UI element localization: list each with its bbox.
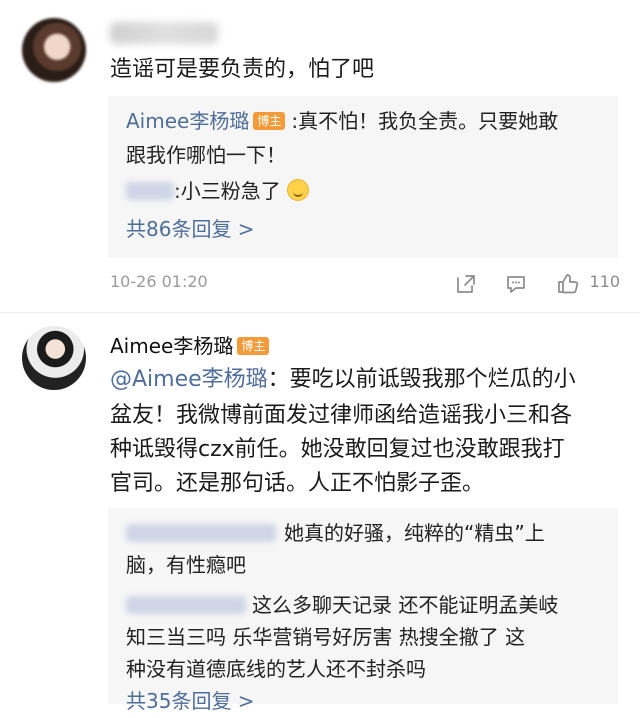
reply-1-line-2: 跟我作哪怕一下！ bbox=[126, 143, 286, 167]
blurred-reply-author[interactable] bbox=[126, 596, 246, 614]
like-count: 110 bbox=[589, 272, 620, 291]
blurred-reply-author[interactable] bbox=[126, 524, 276, 542]
reply-2-line-3: 种没有道德底线的艺人还不封杀吗 bbox=[126, 657, 426, 681]
reply-2: :小三粉急了 bbox=[126, 174, 310, 208]
author-name-text: Aimee李杨璐 bbox=[110, 334, 234, 358]
timestamp: 10-26 01:20 bbox=[110, 272, 208, 291]
comment-icon[interactable] bbox=[504, 272, 528, 296]
reply-box[interactable]: Aimee李杨璐 博主 :真不怕！我负全责。只要她敢 跟我作哪怕一下！ :小三粉急了… bbox=[108, 96, 618, 258]
divider bbox=[0, 312, 640, 313]
more-replies-link[interactable]: 共86条回复 > bbox=[126, 212, 255, 246]
comment-meta: 10-26 01:20 110 bbox=[110, 272, 620, 298]
reply-2-line-2: 知三当三吗 乐华营销号好厉害 热搜全撤了 这 bbox=[126, 625, 526, 649]
reply-text: 这么多聊天记录 还不能证明孟美岐 bbox=[252, 593, 559, 617]
user-avatar[interactable] bbox=[22, 18, 86, 82]
author-name[interactable]: Aimee李杨璐 博主 bbox=[110, 330, 275, 359]
comment-text-line-3: 种诋毁得czx前任。她没敢回复过也没敢跟我打 bbox=[110, 437, 565, 462]
author-avatar[interactable] bbox=[22, 326, 86, 390]
reply-text: :真不怕！我负全责。只要她敢 bbox=[291, 109, 559, 133]
comment-text: ：要吃以前诋毁我那个烂瓜的小 bbox=[267, 367, 576, 392]
blogger-badge: 博主 bbox=[253, 112, 286, 130]
reply-text: 她真的好骚，纯粹的“精虫”上 bbox=[284, 521, 545, 545]
comment-text: 造谣可是要负责的，怕了吧 bbox=[110, 57, 375, 82]
like-icon[interactable] bbox=[556, 272, 580, 296]
share-icon[interactable] bbox=[454, 272, 478, 296]
smile-emoji-icon bbox=[287, 179, 310, 201]
reply-1: Aimee李杨璐 博主 :真不怕！我负全责。只要她敢 bbox=[126, 104, 558, 138]
reply-1: 她真的好骚，纯粹的“精虫”上 bbox=[126, 516, 545, 550]
mention-link[interactable]: @Aimee李杨璐 bbox=[110, 367, 268, 392]
reply-text: :小三粉急了 bbox=[174, 179, 281, 203]
reply-2: 这么多聊天记录 还不能证明孟美岐 bbox=[126, 588, 558, 622]
comment-text-line-2: 盆友！我微博前面发过律师函给造谣我小三和各 bbox=[110, 403, 573, 428]
blurred-reply-author[interactable] bbox=[126, 182, 174, 200]
blurred-username[interactable] bbox=[110, 22, 218, 44]
reply-author-link[interactable]: Aimee李杨璐 bbox=[126, 109, 249, 133]
more-replies-link[interactable]: 共35条回复 > bbox=[126, 684, 255, 718]
comment-text-line-4: 官司。还是那句话。人正不怕影子歪。 bbox=[110, 471, 485, 496]
comment-text-line-1: @Aimee李杨璐：要吃以前诋毁我那个烂瓜的小 bbox=[110, 362, 576, 398]
reply-1-line-2: 脑，有性瘾吧 bbox=[126, 553, 246, 577]
reply-box[interactable]: 她真的好骚，纯粹的“精虫”上 脑，有性瘾吧 这么多聊天记录 还不能证明孟美岐 知… bbox=[108, 508, 618, 713]
blogger-badge: 博主 bbox=[237, 337, 270, 355]
